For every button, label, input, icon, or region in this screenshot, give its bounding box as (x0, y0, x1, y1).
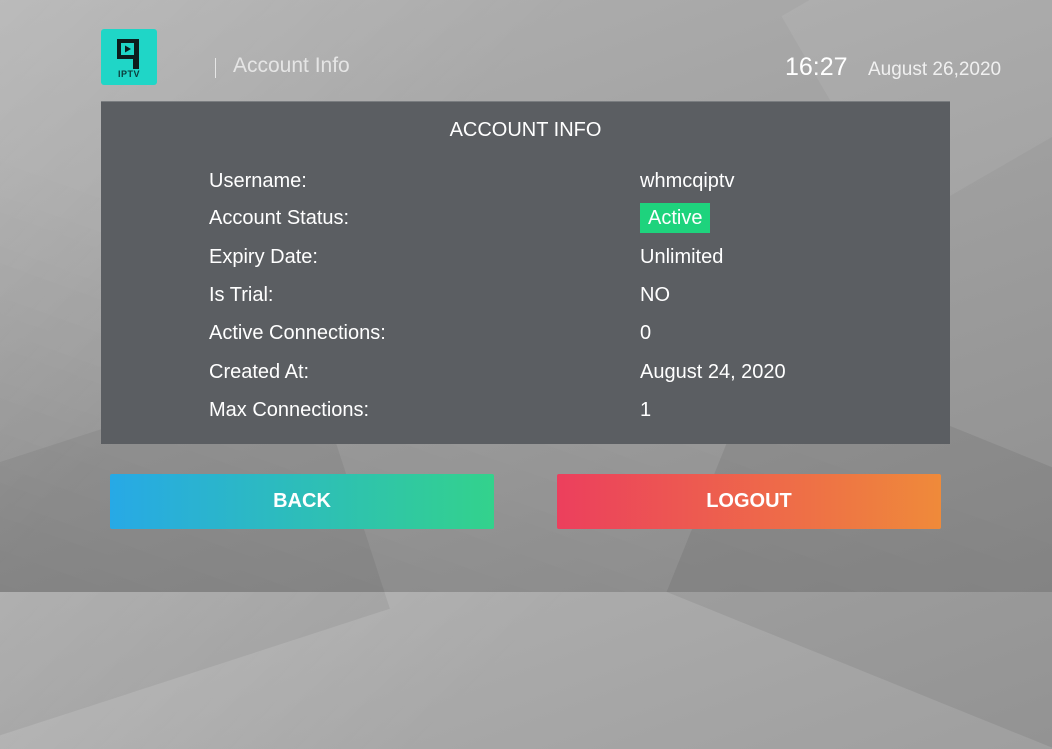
info-label: Created At: (209, 361, 310, 383)
info-row-username: Username: whmcqiptv (101, 166, 950, 196)
logo-text: IPTV (117, 69, 140, 79)
info-row-expiry-date: Expiry Date: Unlimited (101, 242, 950, 272)
back-button[interactable]: BACK (110, 474, 494, 529)
account-info-panel: ACCOUNT INFO Username: whmcqiptv Account… (101, 101, 950, 444)
app-logo: IPTV (101, 29, 157, 85)
page-title: Account Info (233, 54, 350, 77)
info-row-created-at: Created At: August 24, 2020 (101, 357, 950, 387)
info-row-active-connections: Active Connections: 0 (101, 318, 950, 348)
info-label: Max Connections: (209, 399, 370, 421)
info-value: 1 (640, 399, 652, 421)
info-label: Is Trial: (209, 284, 274, 306)
info-value: NO (640, 284, 670, 306)
panel-title: ACCOUNT INFO (449, 119, 602, 141)
header-separator (215, 58, 216, 78)
info-label: Active Connections: (209, 322, 386, 344)
info-value: whmcqiptv (640, 170, 735, 192)
info-row-is-trial: Is Trial: NO (101, 280, 950, 310)
status-badge: Active (640, 203, 711, 233)
info-label: Account Status: (209, 207, 350, 229)
info-value: 0 (640, 322, 652, 344)
info-label: Expiry Date: (209, 246, 318, 268)
logout-button[interactable]: LOGOUT (557, 474, 941, 529)
clock-date: August 26,2020 (868, 59, 1002, 80)
info-row-account-status: Account Status: Active (101, 203, 950, 233)
info-row-max-connections: Max Connections: 1 (101, 395, 950, 425)
play-icon (117, 39, 139, 69)
info-label: Username: (209, 170, 307, 192)
info-value: Unlimited (640, 246, 724, 268)
info-value: August 24, 2020 (640, 361, 786, 383)
clock-time: 16:27 (785, 53, 848, 81)
